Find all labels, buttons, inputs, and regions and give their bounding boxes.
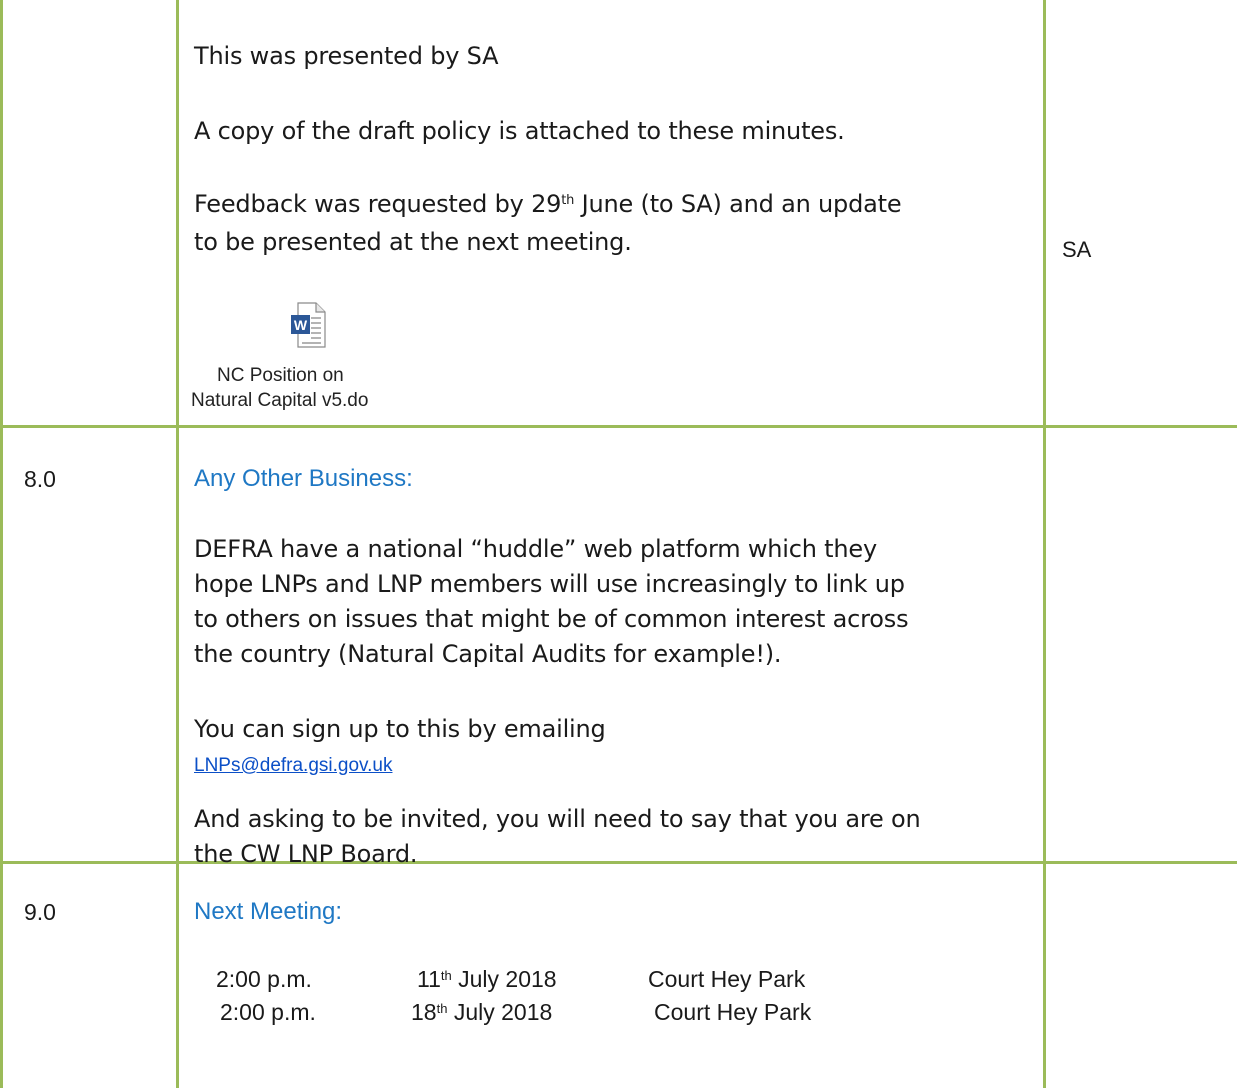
- body-line: the country (Natural Capital Audits for …: [194, 640, 782, 668]
- meeting-time: 2:00 p.m.: [216, 966, 312, 992]
- attachment-label-line2: Natural Capital v5.do: [191, 390, 369, 411]
- closing-line: And asking to be invited, you will need …: [194, 805, 921, 833]
- paragraph-draft-policy: A copy of the draft policy is attached t…: [194, 117, 845, 145]
- signup-text: You can sign up to this by emailing: [194, 715, 606, 743]
- body-line: DEFRA have a national “huddle” web platf…: [194, 535, 877, 563]
- body-line: hope LNPs and LNP members will use incre…: [194, 570, 905, 598]
- paragraph-feedback-line2: to be presented at the next meeting.: [194, 228, 632, 256]
- word-document-icon[interactable]: W: [290, 302, 326, 348]
- meeting-venue: Court Hey Park: [654, 999, 812, 1025]
- paragraph-presented-by: This was presented by SA: [194, 42, 499, 70]
- meeting-date: 18th July 2018: [411, 999, 553, 1025]
- attachment-label-line1: NC Position on: [217, 365, 344, 386]
- svg-text:W: W: [294, 317, 308, 333]
- paragraph-feedback-line1: Feedback was requested by 29th June (to …: [194, 190, 902, 218]
- table-row: This was presented by SA A copy of the d…: [0, 0, 1237, 425]
- body-line: to others on issues that might be of com…: [194, 605, 909, 633]
- email-link[interactable]: LNPs@defra.gsi.gov.uk: [194, 749, 392, 783]
- item-number: 8.0: [24, 466, 56, 492]
- meeting-date: 11th July 2018: [417, 966, 557, 992]
- item-number: 9.0: [24, 899, 56, 925]
- meeting-time: 2:00 p.m.: [220, 999, 316, 1025]
- table-row: 9.0 Next Meeting: 2:00 p.m. 11th July 20…: [0, 864, 1237, 1088]
- section-heading: Next Meeting:: [194, 898, 343, 925]
- table-row: 8.0 Any Other Business: DEFRA have a nat…: [0, 428, 1237, 868]
- action-owner: SA: [1062, 237, 1092, 262]
- section-heading: Any Other Business:: [194, 465, 413, 492]
- meeting-venue: Court Hey Park: [648, 966, 806, 992]
